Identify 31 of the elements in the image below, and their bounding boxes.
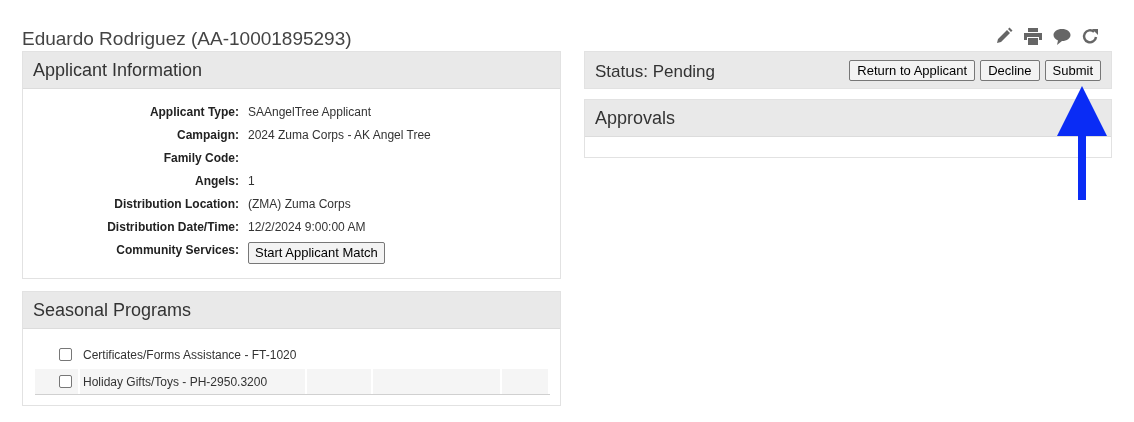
action-button[interactable]: Submit [1044, 59, 1101, 81]
program-label: Holiday Gifts/Toys - PH-2950.3200 [82, 373, 268, 391]
field-value: 1 [248, 173, 255, 189]
panel-title: Approvals [595, 106, 676, 130]
checkbox[interactable] [58, 375, 72, 388]
field-label: Family Code: [163, 150, 239, 166]
status-text: Status: Pending [595, 60, 716, 83]
action-button[interactable]: Return to Applicant [849, 59, 976, 81]
panel-title: Seasonal Programs [33, 298, 192, 322]
panel-title: Applicant Information [33, 58, 203, 82]
table-cell [502, 369, 548, 394]
field-label: Angels: [195, 173, 239, 189]
table-cell [307, 369, 371, 394]
field-value: 2024 Zuma Corps - AK Angel Tree [248, 127, 431, 143]
start-match-button[interactable]: Start Applicant Match [248, 242, 385, 264]
printer-icon[interactable] [1024, 27, 1042, 45]
refresh-icon[interactable] [1082, 27, 1099, 45]
field-label: Community Services: [116, 242, 239, 258]
field-value: 12/2/2024 9:00:00 AM [248, 219, 366, 235]
field-label: Campaign: [177, 127, 239, 143]
pencil-icon[interactable] [995, 27, 1013, 45]
field-label: Distribution Location: [114, 196, 239, 212]
checkbox[interactable] [58, 348, 72, 361]
action-button[interactable]: Decline [980, 59, 1040, 81]
field-value: (ZMA) Zuma Corps [248, 196, 351, 212]
field-label: Distribution Date/Time: [107, 219, 239, 235]
field-label: Applicant Type: [149, 104, 239, 120]
program-label: Certificates/Forms Assistance - FT-1020 [82, 346, 297, 364]
speech-bubble-icon[interactable] [1053, 27, 1071, 45]
page-title: Eduardo Rodriguez (AA-10001895293) [22, 27, 352, 51]
field-value: SAAngelTree Applicant [248, 104, 371, 120]
